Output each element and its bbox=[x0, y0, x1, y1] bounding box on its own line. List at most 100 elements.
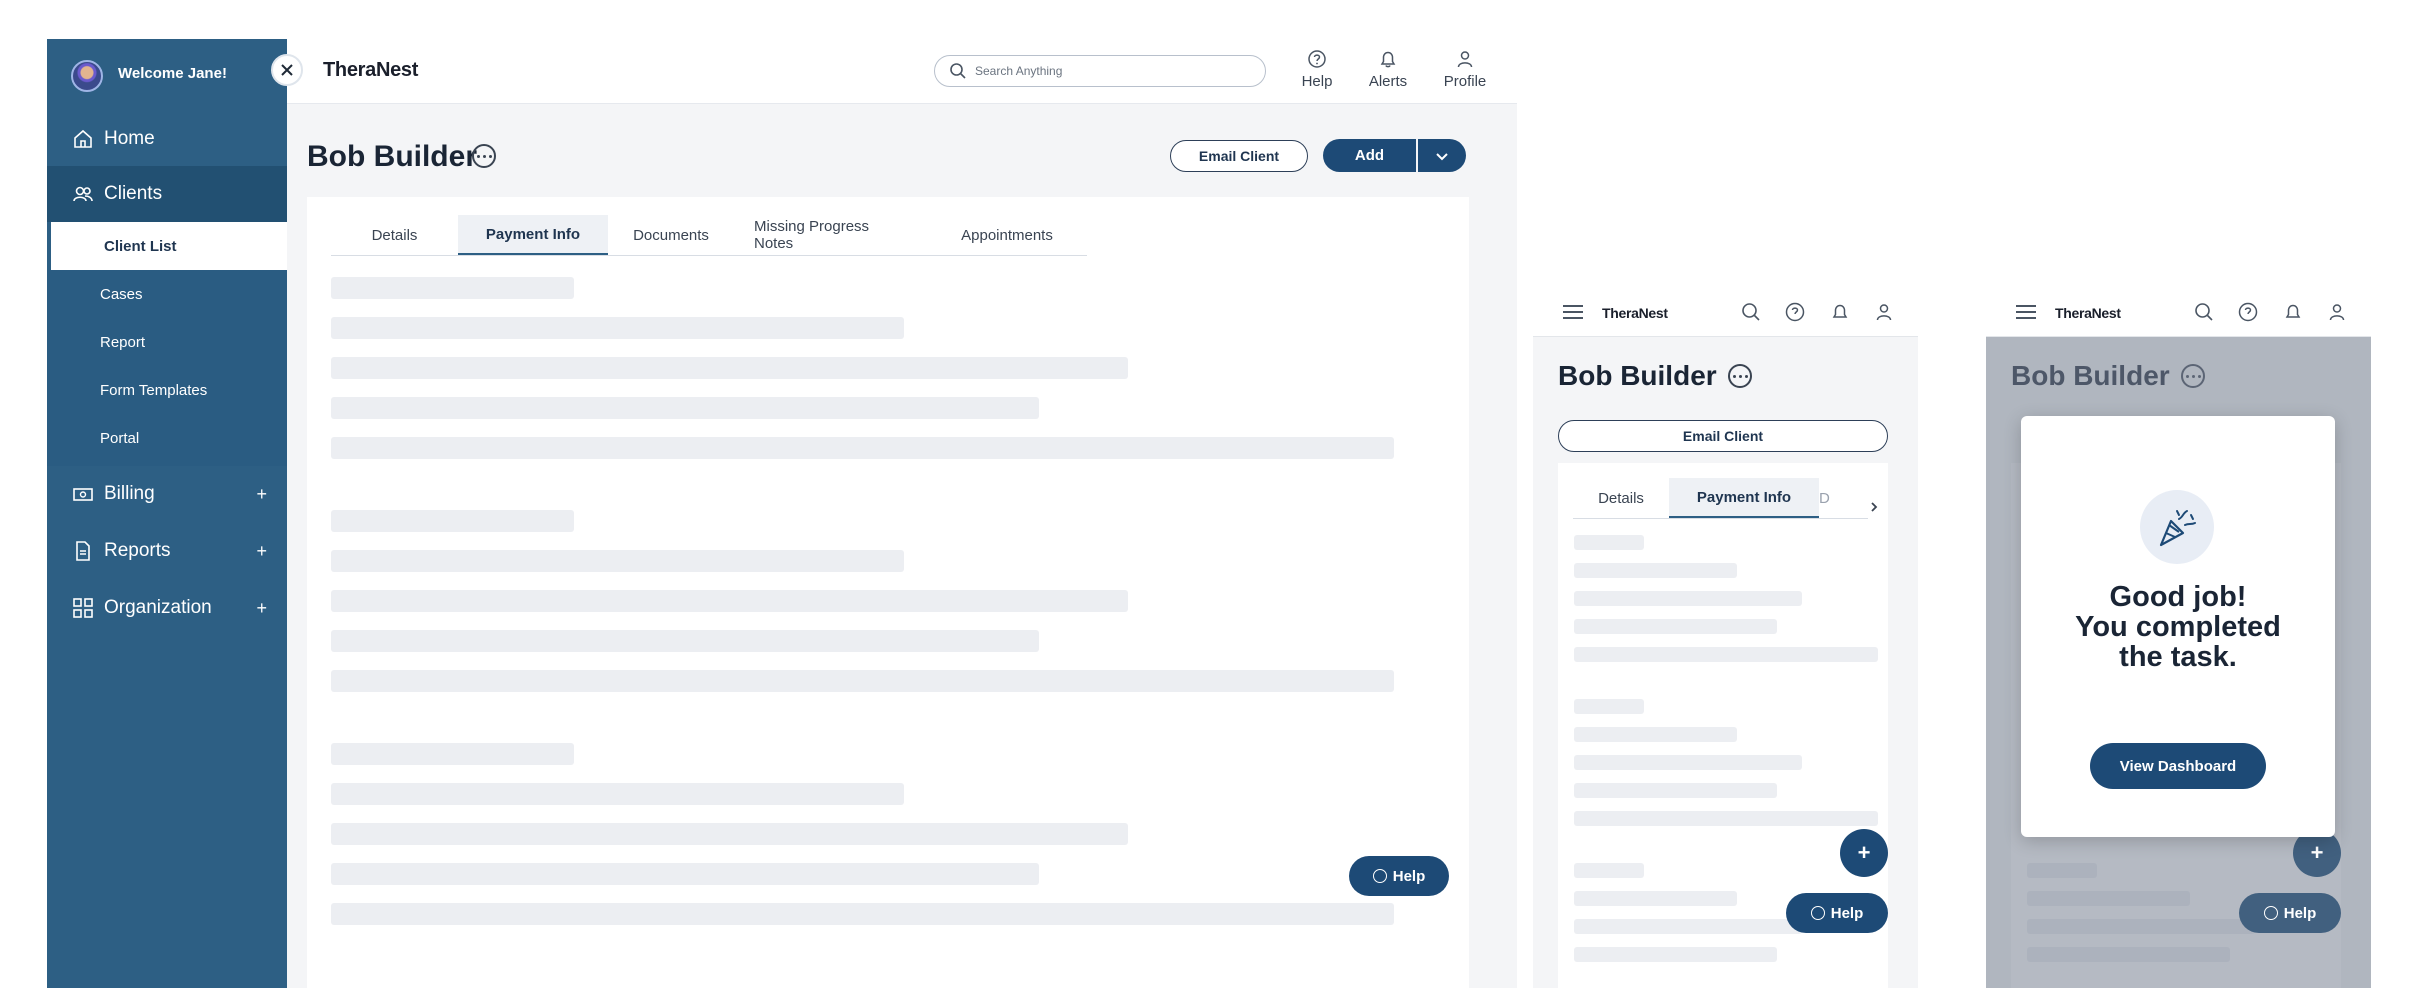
skeleton-line bbox=[1574, 591, 1802, 606]
brand-logo[interactable]: TheraNest bbox=[1602, 305, 1668, 321]
more-options-button[interactable] bbox=[1728, 364, 1752, 388]
skeleton-line bbox=[1574, 755, 1802, 770]
skeleton-line bbox=[1574, 891, 1737, 906]
chat-icon bbox=[1810, 906, 1825, 920]
welcome-text: Welcome Jane! bbox=[118, 65, 227, 82]
skeleton-line bbox=[331, 317, 904, 339]
sidebar-item-label: Reports bbox=[104, 540, 171, 561]
skeleton-line bbox=[331, 590, 1128, 612]
menu-icon[interactable] bbox=[1563, 305, 1583, 319]
email-client-button[interactable]: Email Client bbox=[1558, 420, 1888, 452]
bell-icon[interactable] bbox=[1829, 301, 1851, 323]
add-floating-button[interactable]: + bbox=[1840, 829, 1888, 877]
sidebar: Welcome Jane! Home Clients Client List C… bbox=[47, 39, 303, 988]
avatar[interactable] bbox=[71, 60, 103, 92]
mobile-header: TheraNest bbox=[1533, 287, 1918, 337]
close-sidebar-button[interactable] bbox=[271, 54, 303, 86]
brand-logo[interactable]: TheraNest bbox=[323, 59, 418, 82]
help-label: Help bbox=[1301, 73, 1333, 90]
menu-icon[interactable] bbox=[2016, 305, 2036, 319]
sidebar-item-clients[interactable]: Clients bbox=[47, 166, 287, 222]
tab-bar: Details Payment Info D bbox=[1573, 478, 1868, 519]
skeleton-line bbox=[331, 630, 1039, 652]
help-fab-label: Help bbox=[1830, 904, 1864, 922]
help-header-button[interactable]: Help bbox=[1287, 49, 1347, 95]
close-icon bbox=[281, 64, 293, 76]
mobile-body: Bob Builder Email Client Details Payment… bbox=[1533, 337, 1918, 988]
sidebar-item-reports[interactable]: Reports + bbox=[47, 523, 287, 579]
skeleton-line bbox=[1574, 699, 1644, 714]
expand-icon[interactable]: + bbox=[256, 484, 267, 505]
alerts-header-button[interactable]: Alerts bbox=[1358, 49, 1418, 95]
sidebar-item-label: Organization bbox=[104, 597, 212, 618]
sidebar-item-home[interactable]: Home bbox=[47, 111, 287, 167]
search-icon[interactable] bbox=[1740, 301, 1762, 323]
email-client-button[interactable]: Email Client bbox=[1170, 140, 1308, 172]
tab-documents[interactable]: Documents bbox=[608, 215, 734, 255]
subitem-client-list[interactable]: Client List bbox=[47, 222, 287, 270]
tab-details[interactable]: Details bbox=[1573, 478, 1669, 518]
bell-icon bbox=[1380, 51, 1396, 68]
tab-payment-info[interactable]: Payment Info bbox=[458, 215, 608, 255]
tab-details[interactable]: Details bbox=[331, 215, 458, 255]
skeleton-line bbox=[331, 743, 574, 765]
expand-icon[interactable]: + bbox=[256, 541, 267, 562]
help-fab-label: Help bbox=[2283, 904, 2317, 922]
mobile-view: TheraNest Bob Builder Email Client Detai… bbox=[1533, 287, 1918, 988]
subitem-label: Form Templates bbox=[100, 381, 208, 399]
search-placeholder: Search Anything bbox=[975, 64, 1063, 78]
top-header: TheraNest Search Anything Help Alerts Pr… bbox=[287, 39, 1517, 104]
skeleton-line bbox=[331, 277, 574, 299]
search-input[interactable]: Search Anything bbox=[934, 55, 1266, 87]
skeleton-line bbox=[1574, 535, 1644, 550]
page-title: Bob Builder bbox=[1558, 360, 1717, 391]
brand-logo[interactable]: TheraNest bbox=[2055, 305, 2121, 321]
user-icon[interactable] bbox=[2326, 301, 2348, 323]
subitem-label: Cases bbox=[100, 285, 143, 303]
skeleton-line bbox=[1574, 563, 1737, 578]
help-icon[interactable] bbox=[1784, 301, 1806, 323]
tab-payment-info[interactable]: Payment Info bbox=[1669, 478, 1819, 518]
expand-icon[interactable]: + bbox=[256, 598, 267, 619]
main-content: Bob Builder Email Client Add Details Pay… bbox=[287, 104, 1517, 988]
sidebar-item-organization[interactable]: Organization + bbox=[47, 580, 287, 636]
tab-appointments[interactable]: Appointments bbox=[927, 215, 1087, 255]
tab-partial[interactable]: D bbox=[1819, 478, 1849, 518]
skeleton-line bbox=[331, 357, 1128, 379]
skeleton-line bbox=[331, 510, 574, 532]
skeleton-line bbox=[331, 437, 1394, 459]
subitem-cases[interactable]: Cases bbox=[47, 270, 287, 318]
modal-title: Good job! You completed the task. bbox=[2021, 582, 2335, 672]
add-dropdown-button[interactable] bbox=[1418, 139, 1466, 172]
tab-missing-progress-notes[interactable]: Missing Progress Notes bbox=[734, 215, 927, 255]
view-dashboard-button[interactable]: View Dashboard bbox=[2090, 743, 2266, 789]
search-icon bbox=[950, 63, 966, 79]
sidebar-item-label: Billing bbox=[104, 483, 155, 504]
alerts-label: Alerts bbox=[1368, 73, 1408, 90]
subitem-portal[interactable]: Portal bbox=[47, 414, 287, 462]
chat-icon bbox=[1372, 869, 1387, 883]
add-button[interactable]: Add bbox=[1323, 139, 1416, 172]
help-floating-button[interactable]: Help bbox=[1786, 893, 1888, 933]
subitem-form-templates[interactable]: Form Templates bbox=[47, 366, 287, 414]
modal-overlay[interactable]: + Help Good job! You completed the task.… bbox=[1986, 337, 2371, 988]
tab-panel-card: Details Payment Info Documents Missing P… bbox=[307, 197, 1469, 988]
modal-title-line: Good job! bbox=[2109, 581, 2247, 613]
skeleton-line bbox=[331, 550, 904, 572]
profile-header-button[interactable]: Profile bbox=[1435, 49, 1495, 95]
user-icon bbox=[1457, 51, 1473, 68]
tab-bar: Details Payment Info Documents Missing P… bbox=[331, 215, 1087, 256]
chevron-right-icon[interactable] bbox=[1868, 501, 1880, 513]
user-icon[interactable] bbox=[1873, 301, 1895, 323]
help-fab-label: Help bbox=[1392, 867, 1426, 885]
bell-icon[interactable] bbox=[2282, 301, 2304, 323]
subitem-report[interactable]: Report bbox=[47, 318, 287, 366]
skeleton-line bbox=[1574, 727, 1737, 742]
search-icon[interactable] bbox=[2193, 301, 2215, 323]
sidebar-item-billing[interactable]: Billing + bbox=[47, 466, 287, 522]
help-icon[interactable] bbox=[2237, 301, 2259, 323]
welcome-area: Welcome Jane! bbox=[47, 39, 287, 111]
more-options-button[interactable] bbox=[472, 144, 496, 168]
subitem-label: Portal bbox=[100, 429, 140, 447]
help-floating-button[interactable]: Help bbox=[1349, 856, 1449, 896]
